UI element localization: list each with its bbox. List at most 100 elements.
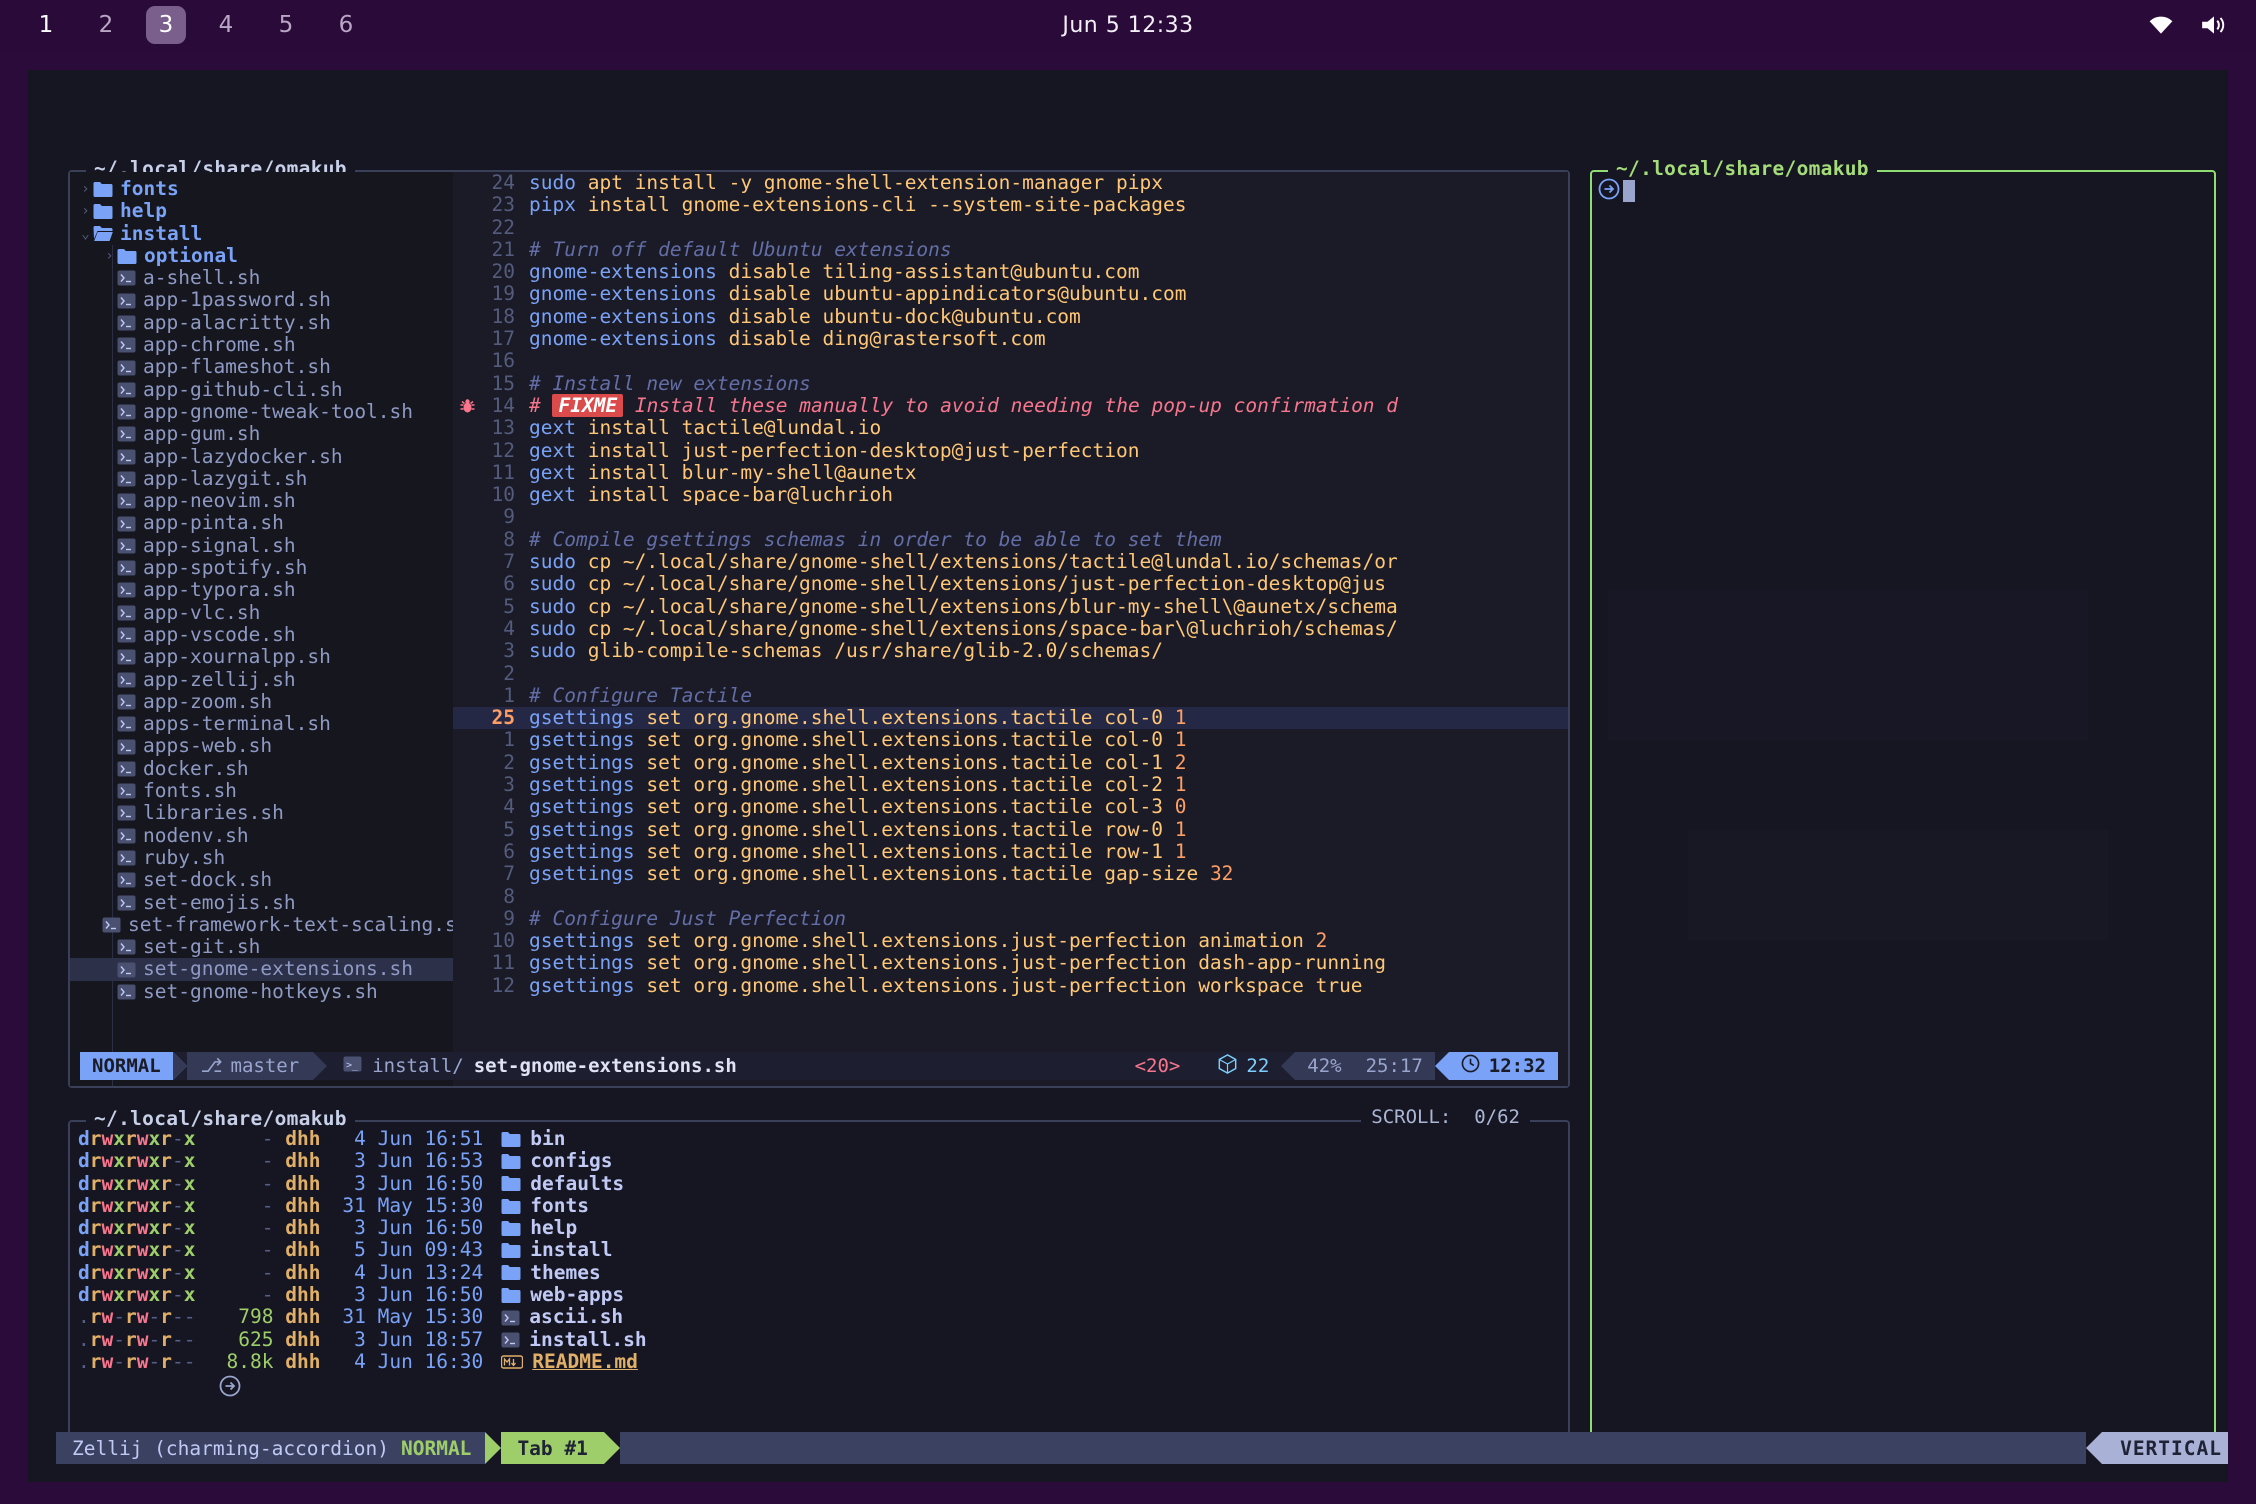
tree-item-install[interactable]: ⌄ install xyxy=(70,222,453,245)
code-line[interactable]: 10 gext install space-bar@luchrioh xyxy=(453,483,1568,506)
code-line[interactable]: 18 gnome-extensions disable ubuntu-dock@u… xyxy=(453,305,1568,328)
code-line[interactable]: 8 xyxy=(453,885,1568,908)
code-line[interactable]: 12 gsettings set org.gnome.shell.extensio… xyxy=(453,974,1568,997)
tree-item-app-zoom-sh[interactable]: app-zoom.sh xyxy=(70,690,453,713)
file-name[interactable]: themes xyxy=(530,1261,600,1284)
code-line[interactable]: 6 gsettings set org.gnome.shell.extension… xyxy=(453,840,1568,863)
tree-item-app-signal-sh[interactable]: app-signal.sh xyxy=(70,534,453,557)
clock[interactable]: Jun 5 12:33 xyxy=(1062,13,1193,38)
workspace-4[interactable]: 4 xyxy=(206,6,246,44)
code-line[interactable]: 7 gsettings set org.gnome.shell.extension… xyxy=(453,862,1568,885)
code-line[interactable]: 1 # Configure Tactile xyxy=(453,684,1568,707)
code-line[interactable]: 11 gsettings set org.gnome.shell.extensio… xyxy=(453,952,1568,975)
shell-pane[interactable]: ~/.local/share/omakub xyxy=(1590,157,2216,1458)
tree-item-app-gum-sh[interactable]: app-gum.sh xyxy=(70,422,453,445)
code-line[interactable]: 5 sudo cp ~/.local/share/gnome-shell/exte… xyxy=(453,595,1568,618)
tree-item-app-spotify-sh[interactable]: app-spotify.sh xyxy=(70,556,453,579)
file-name[interactable]: install.sh xyxy=(529,1328,646,1351)
file-name[interactable]: help xyxy=(530,1216,577,1239)
tree-item-app-gnome-tweak-tool-sh[interactable]: app-gnome-tweak-tool.sh xyxy=(70,400,453,423)
file-listing-row[interactable]: drwxrwxr-x - dhh 4 Jun 16:51 bin xyxy=(78,1127,1568,1150)
code-line[interactable]: 2 gsettings set org.gnome.shell.extension… xyxy=(453,751,1568,774)
tree-item-app-pinta-sh[interactable]: app-pinta.sh xyxy=(70,512,453,534)
tree-item-help[interactable]: › help xyxy=(70,199,453,222)
code-line[interactable]: 5 gsettings set org.gnome.shell.extension… xyxy=(453,818,1568,841)
tree-item-set-framework-text-scaling-sh[interactable]: set-framework-text-scaling.sh xyxy=(70,913,468,936)
tree-item-apps-terminal-sh[interactable]: apps-terminal.sh xyxy=(70,712,453,735)
file-listing-row[interactable]: drwxrwxr-x - dhh 3 Jun 16:53 configs xyxy=(78,1149,1568,1172)
tree-item-app-chrome-sh[interactable]: app-chrome.sh xyxy=(70,333,453,356)
tree-item-app-lazydocker-sh[interactable]: app-lazydocker.sh xyxy=(70,445,453,468)
file-listing-row[interactable]: drwxrwxr-x - dhh 5 Jun 09:43 install xyxy=(78,1239,1568,1262)
code-line[interactable]: 15 # Install new extensions xyxy=(453,372,1568,395)
file-listing-row[interactable]: drwxrwxr-x - dhh 4 Jun 13:24 themes xyxy=(78,1261,1568,1284)
shell-prompt[interactable] xyxy=(1598,178,2214,204)
file-name[interactable]: defaults xyxy=(530,1172,624,1195)
tree-item-nodenv-sh[interactable]: nodenv.sh xyxy=(70,824,453,847)
code-line[interactable]: 21 # Turn off default Ubuntu extensions xyxy=(453,238,1568,261)
file-listing-row[interactable]: .rw-rw-r-- 798 dhh 31 May 15:30 ascii.sh xyxy=(78,1306,1568,1329)
code-line[interactable]: 3 gsettings set org.gnome.shell.extension… xyxy=(453,773,1568,796)
tree-item-set-emojis-sh[interactable]: set-emojis.sh xyxy=(70,891,453,914)
ls-prompt[interactable] xyxy=(78,1375,1568,1399)
tree-item-ruby-sh[interactable]: ruby.sh xyxy=(70,846,453,869)
tree-item-a-shell-sh[interactable]: a-shell.sh xyxy=(70,266,453,289)
code-line[interactable]: 9 # Configure Just Perfection xyxy=(453,907,1568,930)
tree-item-app-flameshot-sh[interactable]: app-flameshot.sh xyxy=(70,356,453,378)
workspace-6[interactable]: 6 xyxy=(326,6,366,44)
code-line[interactable]: 20 gnome-extensions disable tiling-assist… xyxy=(453,260,1568,283)
tree-item-docker-sh[interactable]: docker.sh xyxy=(70,757,453,780)
tree-item-set-gnome-extensions-sh[interactable]: set-gnome-extensions.sh xyxy=(70,958,453,981)
tree-item-set-dock-sh[interactable]: set-dock.sh xyxy=(70,868,453,891)
file-name[interactable]: web-apps xyxy=(530,1283,624,1306)
tree-item-app-xournalpp-sh[interactable]: app-xournalpp.sh xyxy=(70,645,453,668)
tree-item-app-vlc-sh[interactable]: app-vlc.sh xyxy=(70,601,453,624)
chevron-right-icon[interactable]: › xyxy=(78,178,93,200)
zellij-status-bar[interactable]: Zellij (charming-accordion) NORMAL Tab #… xyxy=(56,1432,2228,1464)
code-line[interactable]: 22 xyxy=(453,216,1568,239)
volume-icon[interactable] xyxy=(2200,14,2228,36)
code-line[interactable]: 17 gnome-extensions disable ding@rasterso… xyxy=(453,327,1568,350)
code-line[interactable]: 8 # Compile gsettings schemas in order to… xyxy=(453,528,1568,551)
tree-item-fonts[interactable]: › fonts xyxy=(70,177,453,200)
code-line[interactable]: 11 gext install blur-my-shell@aunetx xyxy=(453,461,1568,484)
code-line[interactable]: 2 xyxy=(453,662,1568,685)
code-line[interactable]: 6 sudo cp ~/.local/share/gnome-shell/exte… xyxy=(453,573,1568,596)
tree-item-libraries-sh[interactable]: libraries.sh xyxy=(70,802,453,824)
file-name[interactable]: configs xyxy=(530,1149,612,1172)
tree-item-app-lazygit-sh[interactable]: app-lazygit.sh xyxy=(70,467,453,490)
tree-item-set-gnome-hotkeys-sh[interactable]: set-gnome-hotkeys.sh xyxy=(70,980,453,1003)
code-line[interactable]: 12 gext install just-perfection-desktop@j… xyxy=(453,439,1568,462)
system-tray[interactable] xyxy=(2148,14,2228,36)
file-listing-row[interactable]: .rw-rw-r-- 625 dhh 3 Jun 18:57 install.sh xyxy=(78,1328,1568,1351)
workspace-3[interactable]: 3 xyxy=(146,6,186,44)
tree-item-app-github-cli-sh[interactable]: app-github-cli.sh xyxy=(70,378,453,401)
file-listing-row[interactable]: drwxrwxr-x - dhh 31 May 15:30 fonts xyxy=(78,1194,1568,1217)
file-listing-pane[interactable]: ~/.local/share/omakub SCROLL: 0/62 drwxr… xyxy=(68,1106,1570,1458)
code-view[interactable]: 24 sudo apt install -y gnome-shell-extens… xyxy=(453,172,1568,1086)
chevron-down-icon[interactable]: ⌄ xyxy=(78,223,93,245)
file-listing-row[interactable]: drwxrwxr-x - dhh 3 Jun 16:50 help xyxy=(78,1216,1568,1239)
chevron-right-icon[interactable]: › xyxy=(102,245,117,267)
tree-item-app-neovim-sh[interactable]: app-neovim.sh xyxy=(70,489,453,512)
code-line[interactable]: 9 xyxy=(453,506,1568,529)
zellij-tab[interactable]: Tab #1 xyxy=(501,1432,604,1464)
file-listing-row[interactable]: drwxrwxr-x - dhh 3 Jun 16:50 defaults xyxy=(78,1172,1568,1195)
file-listing-row[interactable]: drwxrwxr-x - dhh 3 Jun 16:50 web-apps xyxy=(78,1283,1568,1306)
tree-item-app-alacritty-sh[interactable]: app-alacritty.sh xyxy=(70,311,453,334)
file-tree[interactable]: › fonts › help ⌄ install › optional a-shell.sh ap… xyxy=(70,172,468,1086)
tree-item-app-typora-sh[interactable]: app-typora.sh xyxy=(70,579,453,601)
file-listing-rows[interactable]: drwxrwxr-x - dhh 4 Jun 16:51 bin drwxrwxr-x -… xyxy=(78,1127,1568,1373)
code-line[interactable]: 13 gext install tactile@lundal.io xyxy=(453,416,1568,439)
file-name[interactable]: install xyxy=(530,1239,612,1262)
workspace-switcher[interactable]: 123456 xyxy=(26,6,366,44)
code-line[interactable]: 14 # FIXME Install these manually to avoi… xyxy=(453,393,1568,417)
file-name[interactable]: bin xyxy=(530,1127,565,1150)
workspace-5[interactable]: 5 xyxy=(266,6,306,44)
tree-item-apps-web-sh[interactable]: apps-web.sh xyxy=(70,735,453,757)
code-line[interactable]: 24 sudo apt install -y gnome-shell-extens… xyxy=(453,172,1568,194)
tree-item-optional[interactable]: › optional xyxy=(70,244,453,267)
code-line[interactable]: 4 sudo cp ~/.local/share/gnome-shell/exte… xyxy=(453,617,1568,640)
code-line[interactable]: 23 pipx install gnome-extensions-cli --sy… xyxy=(453,193,1568,216)
file-name[interactable]: ascii.sh xyxy=(529,1306,623,1329)
